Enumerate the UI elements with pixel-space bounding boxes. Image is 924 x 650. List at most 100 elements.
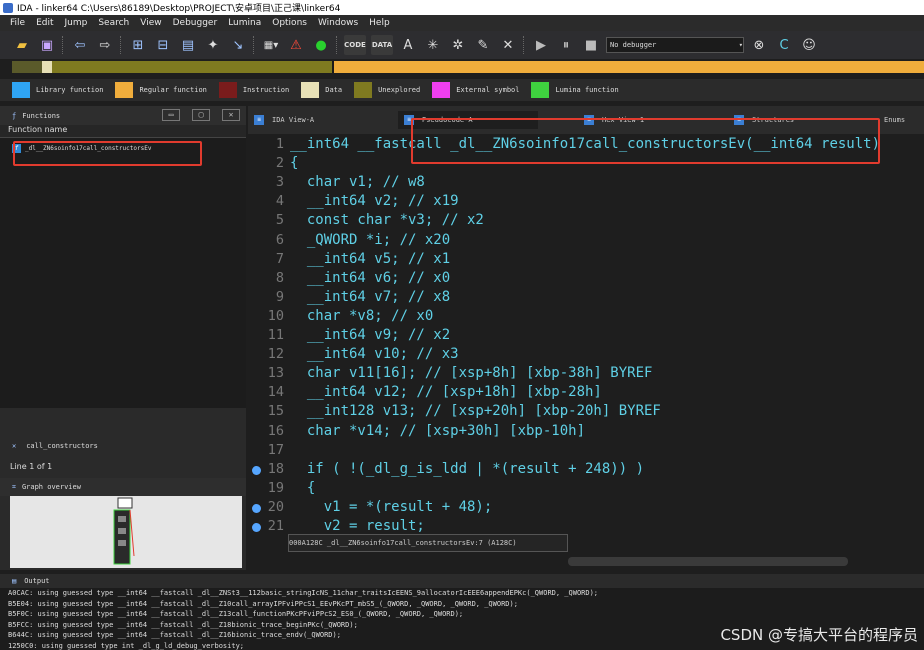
pseudocode-view[interactable]: 1 __int64 __fastcall _dl__ZN6soinfo17call…	[248, 134, 924, 534]
output-line: B5E04: using guessed type __int64 __fast…	[8, 599, 518, 608]
code-line[interactable]: __int128 v13; // [xsp+20h] [xbp-20h] BYR…	[290, 403, 661, 419]
line-number: 8	[275, 269, 284, 286]
code-line[interactable]: __int64 v2; // x19	[290, 193, 459, 209]
save-icon[interactable]: ▣	[37, 35, 57, 55]
line-number: 7	[275, 250, 284, 267]
edit-icon[interactable]: ✎	[473, 35, 493, 55]
string-icon[interactable]: A	[398, 35, 418, 55]
data-icon[interactable]: DATA	[371, 35, 393, 55]
close-icon[interactable]: ✕	[222, 109, 240, 121]
line-number: 15	[267, 403, 284, 420]
debugger-select[interactable]: No debugger ▾	[606, 37, 744, 53]
legend-swatch	[432, 82, 451, 98]
menu-search[interactable]: Search	[98, 18, 129, 28]
hex-icon[interactable]: ⊟	[153, 35, 173, 55]
code-line[interactable]: v2 = result;	[290, 518, 425, 534]
function-name-column-header[interactable]: Function name	[0, 125, 246, 138]
back-icon[interactable]: ⇦	[70, 35, 90, 55]
breakpoint-dot-icon[interactable]	[252, 523, 261, 532]
call-item[interactable]: ✕ call_constructors	[10, 436, 246, 456]
tab-label: IDA View-A	[272, 116, 315, 124]
debugger-select-value: No debugger	[610, 41, 657, 49]
line-number: 13	[267, 365, 284, 382]
tab-ida-view-a[interactable]: ≡ IDA View-A	[248, 111, 388, 129]
code-line[interactable]: v1 = *(result + 48);	[290, 499, 493, 515]
graph-overview[interactable]	[10, 496, 242, 568]
menu-windows[interactable]: Windows	[318, 18, 358, 28]
code-line[interactable]: char v11[16]; // [xsp+8h] [xbp-38h] BYRE…	[290, 365, 653, 381]
code-icon[interactable]: CODE	[344, 35, 366, 55]
menu-debugger[interactable]: Debugger	[173, 18, 218, 28]
toolbar-separator	[120, 36, 123, 54]
code-line[interactable]: __int64 v12; // [xsp+18h] [xbp-28h]	[290, 384, 602, 400]
tab-enums[interactable]: Enums	[878, 111, 924, 129]
code-status-line: 000A128C _dl__ZN6soinfo17call_constructo…	[288, 534, 568, 552]
breakpoint-dot-icon[interactable]	[252, 503, 261, 513]
code-line[interactable]: __int64 v6; // x0	[290, 270, 450, 286]
line-number: 14	[267, 384, 284, 401]
output-icon: ▤	[12, 577, 17, 585]
code-line[interactable]: __int64 v9; // x2	[290, 327, 450, 343]
toolbar-separator	[253, 36, 256, 54]
struct-icon[interactable]: ✳	[423, 35, 443, 55]
functions-pane-header: ƒ Functions ▭ ▢ ✕	[0, 106, 246, 125]
line-number: 3	[275, 174, 284, 191]
legend-label: Lumina function	[555, 86, 619, 94]
legend-swatch	[354, 82, 373, 98]
float-icon[interactable]: ▭	[162, 109, 180, 121]
line-info: Line 1 of 1	[10, 462, 53, 471]
code-line[interactable]: __int64 v5; // x1	[290, 251, 450, 267]
menu-help[interactable]: Help	[369, 18, 390, 28]
line-number: 17	[267, 441, 284, 458]
code-line[interactable]: _QWORD *i; // x20	[290, 232, 450, 248]
run-icon[interactable]: ●	[311, 35, 331, 55]
attach-icon[interactable]: ⊗	[749, 35, 769, 55]
legend-item: Data	[301, 82, 342, 98]
nav-segment	[12, 61, 42, 73]
line-number: 16	[267, 422, 284, 439]
undefine-icon[interactable]: ✕	[498, 35, 518, 55]
code-line[interactable]: const char *v3; // x2	[290, 212, 484, 228]
play-icon[interactable]: ▶	[531, 35, 551, 55]
jump-arrow-icon[interactable]: ↘	[228, 35, 248, 55]
menu-lumina[interactable]: Lumina	[228, 18, 261, 28]
code-line[interactable]: char v1; // w8	[290, 174, 425, 190]
graph-icon[interactable]: ⊞	[128, 35, 148, 55]
menu-edit[interactable]: Edit	[36, 18, 53, 28]
code-line[interactable]: char *v8; // x0	[290, 308, 433, 324]
code-line[interactable]: {	[290, 155, 298, 171]
plugin-icon[interactable]: ✦	[203, 35, 223, 55]
segment-dropdown-icon[interactable]: ▦▾	[261, 35, 281, 55]
person-icon[interactable]: ☺	[799, 35, 819, 55]
forward-icon[interactable]: ⇨	[95, 35, 115, 55]
enum-icon[interactable]: ✲	[448, 35, 468, 55]
line-number: 2	[275, 155, 284, 172]
code-line[interactable]: __int64 v7; // x8	[290, 289, 450, 305]
legend-item: External symbol	[432, 82, 519, 98]
restore-icon[interactable]: ▢	[192, 109, 210, 121]
binary-icon[interactable]: ▤	[178, 35, 198, 55]
menu-jump[interactable]: Jump	[65, 18, 88, 28]
breakpoint-dot-icon[interactable]	[252, 465, 261, 475]
code-line[interactable]: char *v14; // [xsp+30h] [xbp-10h]	[290, 423, 585, 439]
menu-file[interactable]: File	[10, 18, 25, 28]
line-number: 4	[275, 193, 284, 210]
code-line[interactable]: __int64 v10; // x3	[290, 346, 459, 362]
warning-icon[interactable]: ⚠	[286, 35, 306, 55]
stop-icon[interactable]: ■	[581, 35, 601, 55]
menu-options[interactable]: Options	[272, 18, 307, 28]
code-line[interactable]: if ( !(_dl_g_is_ldd | *(result + 248)) )	[290, 461, 644, 477]
menu-view[interactable]: View	[140, 18, 161, 28]
line-number: 19	[267, 479, 284, 496]
chevron-down-icon: ▾	[738, 41, 743, 49]
highlight-box-function-list	[13, 141, 202, 166]
pause-icon[interactable]: ⏸	[556, 35, 576, 55]
navigation-band[interactable]	[12, 61, 924, 73]
code-line[interactable]: {	[290, 480, 315, 496]
toolbar-separator	[62, 36, 65, 54]
open-icon[interactable]: ▰	[12, 35, 32, 55]
color-legend: Library function Regular function Instru…	[0, 79, 924, 101]
horizontal-scrollbar[interactable]	[568, 557, 848, 566]
decompile-icon[interactable]: C	[774, 35, 794, 55]
legend-label: Data	[325, 86, 343, 94]
